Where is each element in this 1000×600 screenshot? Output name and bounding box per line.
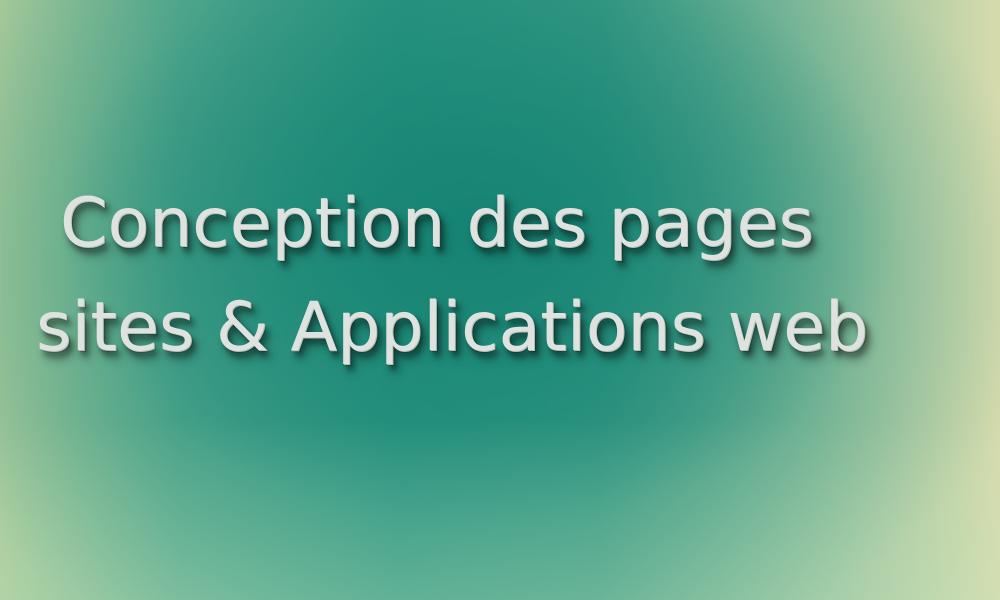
headline-line-2: sites & Applications web: [36, 288, 869, 367]
headline: Conception des pages sites & Application…: [0, 172, 1000, 380]
headline-line-1: Conception des pages: [60, 184, 814, 263]
banner-background: Conception des pages sites & Application…: [0, 0, 1000, 600]
